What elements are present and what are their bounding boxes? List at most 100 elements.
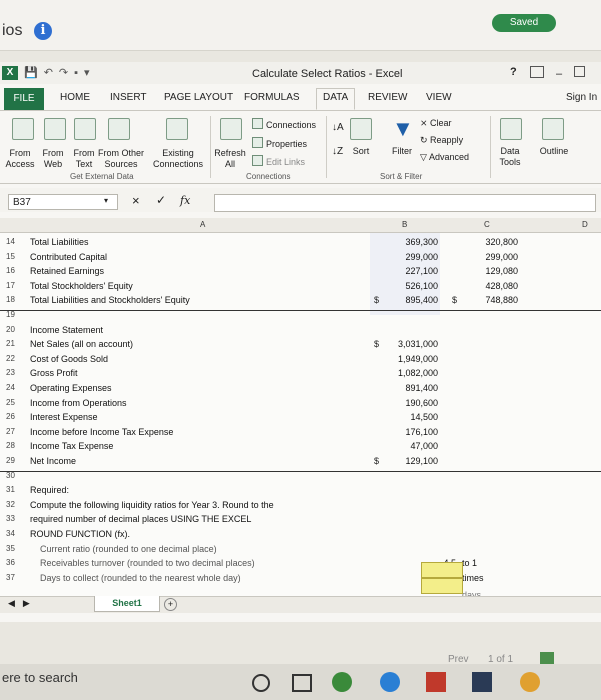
- chrome-icon[interactable]: [332, 672, 352, 692]
- cell-c[interactable]: 129,080: [446, 266, 518, 276]
- sheet-nav-arrows[interactable]: ◀▶: [8, 598, 38, 609]
- name-box[interactable]: B37: [8, 194, 118, 210]
- ribbon-display-icon[interactable]: [530, 66, 544, 78]
- connections-button[interactable]: Connections: [252, 118, 316, 130]
- cell-a[interactable]: Net Income: [30, 456, 76, 466]
- row-number[interactable]: 15: [6, 252, 26, 261]
- cell-a[interactable]: Current ratio (rounded to one decimal pl…: [40, 544, 217, 554]
- row-number[interactable]: 16: [6, 266, 26, 275]
- cell-b[interactable]: 299,000: [366, 252, 438, 262]
- cancel-icon[interactable]: ×: [132, 193, 140, 208]
- col-header-a[interactable]: A: [200, 220, 205, 229]
- row-number[interactable]: 27: [6, 427, 26, 436]
- row-number[interactable]: 21: [6, 339, 26, 348]
- properties-button[interactable]: Properties: [252, 137, 307, 149]
- from-web-button[interactable]: From Web: [38, 148, 68, 170]
- row-number[interactable]: 25: [6, 398, 26, 407]
- cell-a[interactable]: Retained Earnings: [30, 266, 104, 276]
- row-number[interactable]: 17: [6, 281, 26, 290]
- cell-a[interactable]: Operating Expenses: [30, 383, 112, 393]
- formula-input[interactable]: [214, 194, 596, 212]
- info-icon[interactable]: i: [34, 22, 52, 40]
- reapply-button[interactable]: ↻ Reapply: [420, 135, 463, 146]
- name-box-dropdown-icon[interactable]: ▾: [104, 196, 108, 205]
- app-icon[interactable]: [472, 672, 492, 692]
- from-other-sources-button[interactable]: From Other Sources: [98, 148, 144, 170]
- answer-cell-b37[interactable]: [421, 578, 463, 594]
- enter-icon[interactable]: ✓: [156, 193, 166, 207]
- cell-a[interactable]: Cost of Goods Sold: [30, 354, 108, 364]
- cell-b[interactable]: 369,300: [366, 237, 438, 247]
- sort-button[interactable]: Sort: [346, 146, 376, 157]
- cell-b[interactable]: 1,082,000: [366, 368, 438, 378]
- data-tools-button[interactable]: Data Tools: [494, 146, 526, 168]
- cell-a[interactable]: Compute the following liquidity ratios f…: [30, 500, 274, 510]
- cell-a[interactable]: Required:: [30, 485, 69, 495]
- tab-view[interactable]: VIEW: [426, 92, 452, 103]
- sort-descending-icon[interactable]: ↓Z: [332, 146, 343, 157]
- row-number[interactable]: 19: [6, 310, 26, 319]
- tab-review[interactable]: REVIEW: [368, 92, 407, 103]
- cell-b[interactable]: 227,100: [366, 266, 438, 276]
- row-number[interactable]: 32: [6, 500, 26, 509]
- row-number[interactable]: 26: [6, 412, 26, 421]
- cell-a[interactable]: Income before Income Tax Expense: [30, 427, 173, 437]
- tab-insert[interactable]: INSERT: [110, 92, 147, 103]
- cell-a[interactable]: Days to collect (rounded to the nearest …: [40, 573, 241, 583]
- sort-ascending-icon[interactable]: ↓A: [332, 122, 344, 133]
- tab-home[interactable]: HOME: [60, 92, 90, 103]
- sheet-tab-sheet1[interactable]: Sheet1: [94, 596, 160, 612]
- row-number[interactable]: 14: [6, 237, 26, 246]
- help-button[interactable]: ?: [510, 66, 517, 78]
- cortana-icon[interactable]: [252, 674, 270, 692]
- from-access-button[interactable]: From Access: [2, 148, 38, 170]
- row-number[interactable]: 36: [6, 558, 26, 567]
- col-header-b[interactable]: B: [402, 220, 407, 229]
- row-number[interactable]: 30: [6, 471, 26, 480]
- cell-b[interactable]: 176,100: [366, 427, 438, 437]
- cell-a[interactable]: Interest Expense: [30, 412, 98, 422]
- cell-b[interactable]: 1,949,000: [366, 354, 438, 364]
- tab-file[interactable]: FILE: [4, 88, 44, 110]
- cell-a[interactable]: Contributed Capital: [30, 252, 107, 262]
- cell-a[interactable]: Total Stockholders' Equity: [30, 281, 133, 291]
- cell-b[interactable]: 891,400: [366, 383, 438, 393]
- cell-b[interactable]: 47,000: [366, 441, 438, 451]
- row-number[interactable]: 20: [6, 325, 26, 334]
- cell-a[interactable]: Income from Operations: [30, 398, 127, 408]
- col-header-c[interactable]: C: [484, 220, 490, 229]
- app-icon[interactable]: [426, 672, 446, 692]
- cell-a[interactable]: ROUND FUNCTION (fx).: [30, 529, 130, 539]
- row-number[interactable]: 37: [6, 573, 26, 582]
- cell-a[interactable]: Income Statement: [30, 325, 103, 335]
- cell-a[interactable]: Gross Profit: [30, 368, 78, 378]
- col-header-d[interactable]: D: [582, 220, 588, 229]
- cell-a[interactable]: Total Liabilities: [30, 237, 89, 247]
- cell-a[interactable]: Income Tax Expense: [30, 441, 113, 451]
- row-number[interactable]: 24: [6, 383, 26, 392]
- cell-c[interactable]: 320,800: [446, 237, 518, 247]
- row-number[interactable]: 33: [6, 514, 26, 523]
- cell-b[interactable]: 14,500: [366, 412, 438, 422]
- row-number[interactable]: 18: [6, 295, 26, 304]
- cell-b[interactable]: 190,600: [366, 398, 438, 408]
- refresh-all-button[interactable]: Refresh All: [213, 148, 247, 170]
- answer-cell-b36[interactable]: [421, 562, 463, 578]
- row-number[interactable]: 23: [6, 368, 26, 377]
- row-number[interactable]: 35: [6, 544, 26, 553]
- edit-links-button[interactable]: Edit Links: [252, 155, 305, 167]
- insert-function-button[interactable]: fx: [180, 194, 190, 207]
- cell-c[interactable]: 299,000: [446, 252, 518, 262]
- filter-button[interactable]: Filter: [386, 146, 418, 157]
- sign-in-link[interactable]: Sign In: [566, 92, 597, 103]
- row-number[interactable]: 34: [6, 529, 26, 538]
- cell-a[interactable]: Total Liabilities and Stockholders' Equi…: [30, 295, 190, 305]
- row-number[interactable]: 22: [6, 354, 26, 363]
- cell-a[interactable]: required number of decimal places USING …: [30, 514, 251, 524]
- row-number[interactable]: 29: [6, 456, 26, 465]
- cell-c[interactable]: 428,080: [446, 281, 518, 291]
- taskbar-search[interactable]: ere to search: [2, 670, 78, 685]
- add-sheet-icon[interactable]: +: [164, 598, 177, 611]
- edge-icon[interactable]: [380, 672, 400, 692]
- minimize-icon[interactable]: –: [556, 68, 562, 80]
